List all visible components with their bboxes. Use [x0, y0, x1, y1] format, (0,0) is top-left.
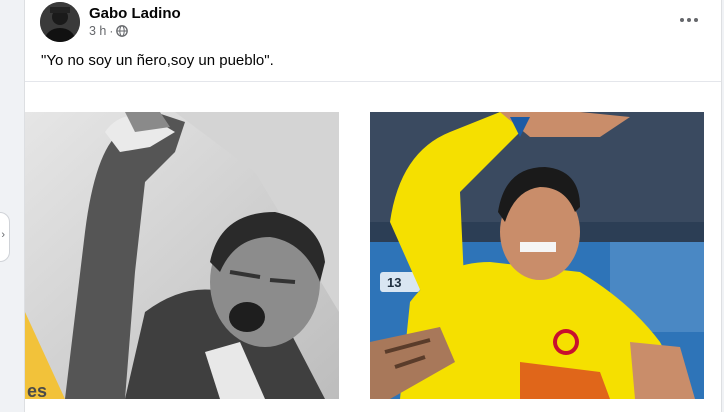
globe-icon[interactable]: [116, 25, 129, 37]
more-options-icon: [680, 18, 684, 22]
side-collapse-tab[interactable]: ›: [0, 212, 10, 262]
post-text: "Yo no soy un ñero,soy un pueblo".: [41, 52, 274, 69]
speaker-photo: es: [25, 112, 339, 399]
chevron-right-icon: ›: [1, 229, 5, 241]
svg-text:13: 13: [387, 275, 401, 290]
meta-separator: ·: [109, 24, 114, 38]
author-name[interactable]: Gabo Ladino: [89, 5, 181, 22]
player-photo: 13: [370, 112, 704, 399]
more-options-dot: [694, 18, 698, 22]
avatar-image: [40, 2, 80, 42]
photo-caption-fragment: es: [27, 381, 47, 399]
post-timestamp[interactable]: 3 h: [89, 24, 106, 38]
post-meta: 3 h ·: [89, 24, 129, 38]
photo-left[interactable]: es: [25, 112, 339, 399]
avatar[interactable]: [40, 2, 80, 42]
more-options-dot: [687, 18, 691, 22]
more-options-button[interactable]: [671, 8, 707, 32]
photo-right[interactable]: 13: [370, 112, 704, 399]
post-card: Gabo Ladino 3 h · "Yo no soy un ñero,soy…: [24, 0, 722, 412]
